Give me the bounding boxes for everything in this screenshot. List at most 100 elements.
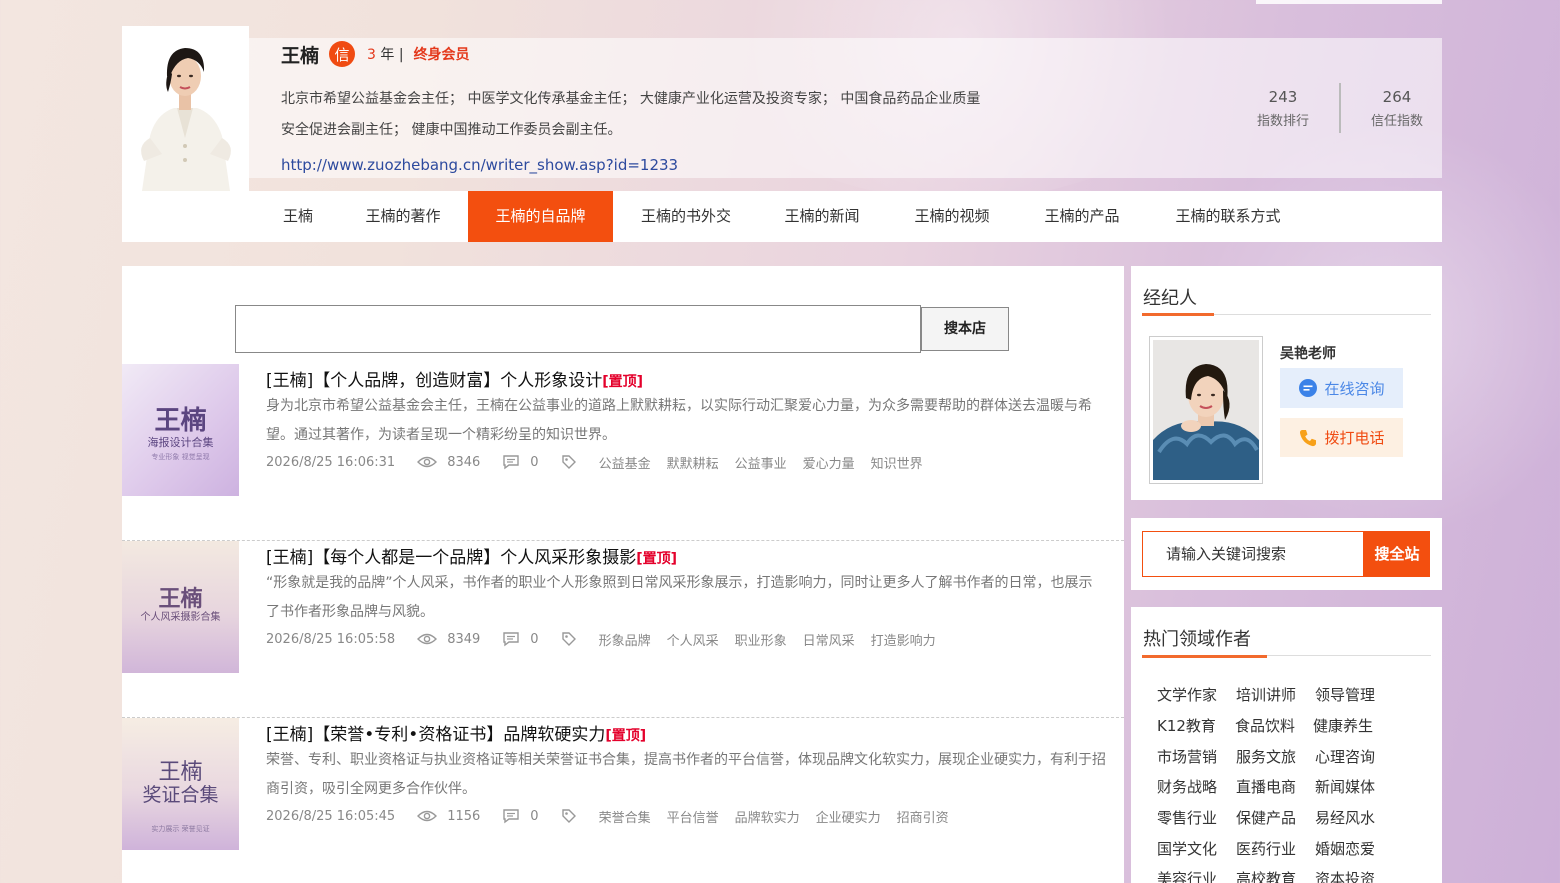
tag-icon bbox=[561, 809, 576, 823]
comments: 0 bbox=[502, 808, 539, 824]
tag-link[interactable]: 公益基金 bbox=[599, 453, 651, 472]
article-thumbnail[interactable]: 王楠 海报设计合集 专业形象 视觉呈现 bbox=[122, 364, 239, 496]
hot-fields-title: 热门领域作者 bbox=[1143, 629, 1251, 650]
years-suffix: 年 | bbox=[375, 47, 404, 63]
hot-field-link[interactable]: 高校教育 bbox=[1236, 868, 1296, 883]
trust-badge-icon: 信 bbox=[329, 41, 356, 67]
thumb-caption: 实力展示 荣誉见证 bbox=[151, 825, 210, 833]
membership-type: 终身会员 bbox=[413, 47, 470, 63]
comment-count: 0 bbox=[530, 631, 539, 647]
article-date: 2026/8/25 16:06:31 bbox=[266, 454, 396, 470]
tag-link[interactable]: 个人风采 bbox=[667, 630, 719, 649]
hot-field-link[interactable]: 易经风水 bbox=[1315, 807, 1375, 828]
view-count: 8346 bbox=[447, 454, 481, 470]
article-thumbnail[interactable]: 王楠 奖证合集 实力展示 荣誉见证 bbox=[122, 718, 239, 850]
tag-link[interactable]: 默默耕耘 bbox=[667, 453, 719, 472]
agent-name: 吴艳老师 bbox=[1280, 346, 1336, 362]
online-consult-button[interactable]: 在线咨询 bbox=[1280, 368, 1403, 408]
tag-link[interactable]: 荣誉合集 bbox=[599, 807, 651, 826]
comment-icon bbox=[503, 809, 519, 824]
tag-link[interactable]: 打造影响力 bbox=[871, 630, 936, 649]
nav-works[interactable]: 王楠的著作 bbox=[355, 191, 451, 242]
hot-field-link[interactable]: 保健产品 bbox=[1236, 807, 1296, 828]
nav-videos[interactable]: 王楠的视频 bbox=[904, 191, 1000, 242]
stat-ranking: 243 指数排行 bbox=[1228, 88, 1338, 129]
author-homepage-link[interactable]: http://www.zuozhebang.cn/writer_show.asp… bbox=[281, 156, 678, 174]
store-search-input[interactable] bbox=[235, 305, 921, 353]
hot-field-link[interactable]: 医药行业 bbox=[1236, 838, 1296, 859]
tag-link[interactable]: 招商引资 bbox=[897, 807, 949, 826]
hot-field-link[interactable]: 市场营销 bbox=[1157, 746, 1217, 767]
tags bbox=[561, 454, 587, 470]
tag-link[interactable]: 品牌软实力 bbox=[735, 807, 800, 826]
call-phone-button[interactable]: 拨打电话 bbox=[1280, 418, 1403, 457]
comments: 0 bbox=[502, 454, 539, 470]
article-title: [王楠]【个人品牌，创造财富】个人形象设计 bbox=[266, 371, 603, 391]
hot-field-link[interactable]: 健康养生 bbox=[1313, 715, 1373, 736]
brand-list-panel: 搜本店 王楠 海报设计合集 专业形象 视觉呈现 [王楠]【个人品牌，创造财富】个… bbox=[122, 266, 1124, 883]
nav-contact[interactable]: 王楠的联系方式 bbox=[1164, 191, 1292, 242]
stat-trust: 264 信任指数 bbox=[1342, 88, 1452, 129]
divider-accent bbox=[1142, 655, 1267, 658]
tag-link[interactable]: 企业硬实力 bbox=[816, 807, 881, 826]
site-search-input[interactable]: 请输入关键词搜索 bbox=[1142, 531, 1364, 577]
tag-link[interactable]: 爱心力量 bbox=[803, 453, 855, 472]
hot-field-link[interactable]: 资本投资 bbox=[1315, 868, 1375, 883]
stat-value: 243 bbox=[1268, 88, 1298, 106]
hot-field-link[interactable]: 食品饮料 bbox=[1235, 715, 1295, 736]
views: 8346 bbox=[417, 455, 480, 470]
hot-field-link[interactable]: 领导管理 bbox=[1315, 684, 1375, 705]
author-name-row: 王楠 信 3 年 | 终身会员 bbox=[281, 40, 470, 68]
tag-link[interactable]: 公益事业 bbox=[735, 453, 787, 472]
hot-field-link[interactable]: 直播电商 bbox=[1236, 776, 1296, 797]
consult-label: 在线咨询 bbox=[1324, 379, 1385, 398]
article-description: “形象就是我的品牌”个人风采，书作者的职业个人形象照到日常风采形象展示，打造影响… bbox=[266, 575, 1093, 620]
comment-count: 0 bbox=[530, 454, 539, 470]
years-number: 3 bbox=[367, 47, 376, 63]
eye-icon bbox=[417, 633, 438, 645]
article-meta: 2026/8/25 16:06:31 8346 0 公益基金 默默耕耘 公益事业… bbox=[266, 452, 923, 472]
comment-count: 0 bbox=[530, 808, 539, 824]
tag-link[interactable]: 知识世界 bbox=[871, 453, 923, 472]
tags bbox=[561, 631, 587, 647]
tag-link[interactable]: 平台信誉 bbox=[667, 807, 719, 826]
hot-field-link[interactable]: 婚姻恋爱 bbox=[1315, 838, 1375, 859]
article-date: 2026/8/25 16:05:45 bbox=[266, 808, 396, 824]
tag-icon bbox=[561, 632, 576, 646]
site-search-button[interactable]: 搜全站 bbox=[1364, 531, 1430, 577]
article-meta: 2026/8/25 16:05:45 1156 0 荣誉合集 平台信誉 品牌软实… bbox=[266, 806, 949, 826]
tag-link[interactable]: 日常风采 bbox=[803, 630, 855, 649]
tag-link[interactable]: 形象品牌 bbox=[599, 630, 651, 649]
tag-link[interactable]: 职业形象 bbox=[735, 630, 787, 649]
nav-diplomacy[interactable]: 王楠的书外交 bbox=[630, 191, 742, 242]
hot-field-link[interactable]: 财务战略 bbox=[1157, 776, 1217, 797]
hot-field-link[interactable]: 国学文化 bbox=[1157, 838, 1217, 859]
call-label: 拨打电话 bbox=[1324, 429, 1385, 447]
nav-home[interactable]: 王楠 bbox=[270, 191, 326, 242]
view-count: 1156 bbox=[447, 808, 481, 824]
store-search-button[interactable]: 搜本店 bbox=[921, 307, 1009, 351]
hot-field-link[interactable]: 文学作家 bbox=[1157, 684, 1217, 705]
article-title: [王楠]【荣誉•专利•资格证书】品牌软硬实力 bbox=[266, 725, 606, 745]
top-strip bbox=[1256, 0, 1442, 4]
hot-field-link[interactable]: 服务文旅 bbox=[1236, 746, 1296, 767]
article-thumbnail[interactable]: 王楠 个人风采摄影合集 bbox=[122, 541, 239, 673]
hot-field-link[interactable]: K12教育 bbox=[1157, 715, 1216, 736]
hot-field-link[interactable]: 心理咨询 bbox=[1315, 746, 1375, 767]
hot-field-link[interactable]: 培训讲师 bbox=[1236, 684, 1296, 705]
article-title-link[interactable]: [王楠]【个人品牌，创造财富】个人形象设计[置顶] bbox=[266, 366, 643, 391]
thumb-subtitle: 奖证合集 bbox=[142, 784, 219, 806]
author-bio: 北京市希望公益基金会主任； 中医学文化传承基金主任； 大健康产业化运营及投资专家… bbox=[281, 91, 981, 138]
nav-news[interactable]: 王楠的新闻 bbox=[774, 191, 870, 242]
hot-field-link[interactable]: 新闻媒体 bbox=[1315, 776, 1375, 797]
list-item: 王楠 个人风采摄影合集 [王楠]【每个人都是一个品牌】个人风采形象摄影[置顶] … bbox=[122, 541, 1124, 718]
hot-field-link[interactable]: 零售行业 bbox=[1157, 807, 1217, 828]
article-title-link[interactable]: [王楠]【荣誉•专利•资格证书】品牌软硬实力[置顶] bbox=[266, 720, 646, 745]
pinned-badge: [置顶] bbox=[605, 728, 647, 744]
thumb-title: 王楠 bbox=[154, 406, 207, 436]
nav-products[interactable]: 王楠的产品 bbox=[1034, 191, 1130, 242]
hot-fields-panel: 热门领域作者 文学作家 培训讲师 领导管理 K12教育 食品饮料 健康养生 市场… bbox=[1131, 607, 1442, 883]
article-title-link[interactable]: [王楠]【每个人都是一个品牌】个人风采形象摄影[置顶] bbox=[266, 543, 677, 568]
nav-self-brand[interactable]: 王楠的自品牌 bbox=[468, 191, 613, 242]
hot-field-link[interactable]: 美容行业 bbox=[1157, 868, 1217, 883]
